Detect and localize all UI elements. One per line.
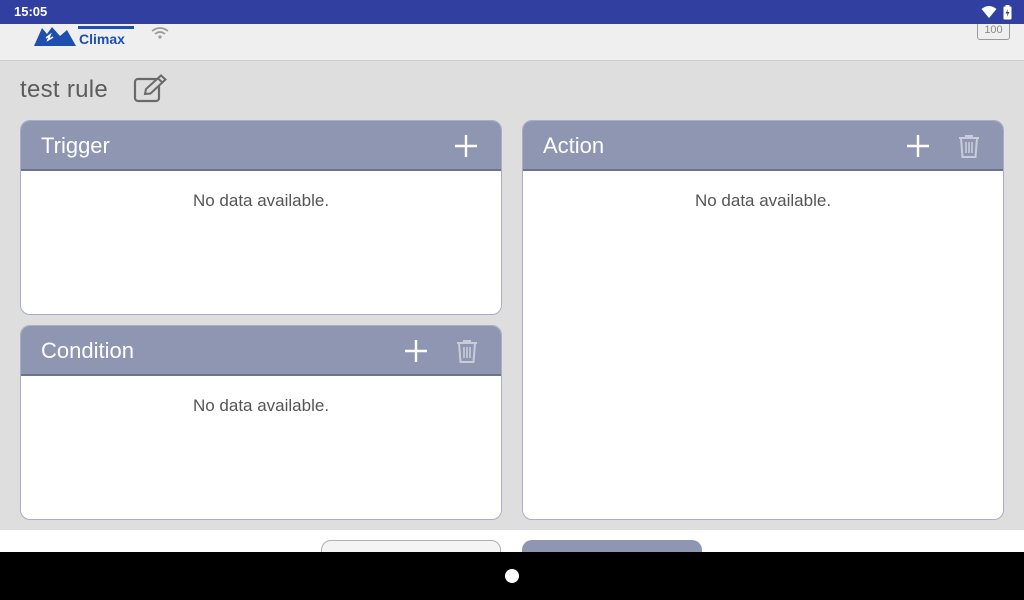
add-condition-button[interactable] <box>403 338 429 364</box>
navigation-bar <box>0 552 1024 600</box>
wifi-status-icon <box>981 6 997 18</box>
app-header: Climax 100 <box>0 24 1024 61</box>
wifi-icon <box>151 27 169 39</box>
rule-name: test rule <box>20 76 109 103</box>
rule-editor: test rule Trigger No data available. Con… <box>0 62 1024 530</box>
battery-icon: 100 <box>977 24 1010 40</box>
bottom-button-bar <box>0 530 1024 552</box>
status-icons <box>981 3 1012 21</box>
action-title: Action <box>543 133 605 158</box>
delete-action-button[interactable] <box>956 133 982 159</box>
edit-icon <box>133 74 167 103</box>
action-panel-header: Action <box>523 121 1003 171</box>
plus-icon <box>405 340 427 362</box>
trigger-title: Trigger <box>41 133 110 158</box>
logo-text: Climax <box>79 31 125 47</box>
battery-status-icon <box>1003 4 1012 19</box>
trigger-panel-header: Trigger <box>21 121 501 171</box>
trigger-panel: Trigger No data available. <box>20 120 502 315</box>
edit-rule-name-button[interactable] <box>133 74 169 104</box>
status-bar: 15:05 <box>0 0 1024 24</box>
status-time: 15:05 <box>14 4 48 19</box>
battery-level: 100 <box>984 24 1003 36</box>
plus-icon <box>907 135 929 157</box>
action-panel: Action No data available. <box>522 120 1004 520</box>
home-button[interactable] <box>505 569 519 583</box>
condition-title: Condition <box>41 338 134 363</box>
condition-panel: Condition No data available. <box>20 325 502 520</box>
delete-condition-button[interactable] <box>454 338 480 364</box>
trash-icon <box>959 135 979 158</box>
plus-icon <box>455 135 477 157</box>
trigger-empty-text: No data available. <box>192 191 330 210</box>
add-trigger-button[interactable] <box>453 133 479 159</box>
save-button[interactable] <box>522 540 702 552</box>
condition-panel-header: Condition <box>21 326 501 376</box>
condition-empty-text: No data available. <box>192 396 330 415</box>
add-action-button[interactable] <box>905 133 931 159</box>
cancel-button[interactable] <box>321 540 501 552</box>
climax-logo: Climax <box>34 24 136 48</box>
trash-icon <box>457 340 477 363</box>
action-empty-text: No data available. <box>694 191 832 210</box>
